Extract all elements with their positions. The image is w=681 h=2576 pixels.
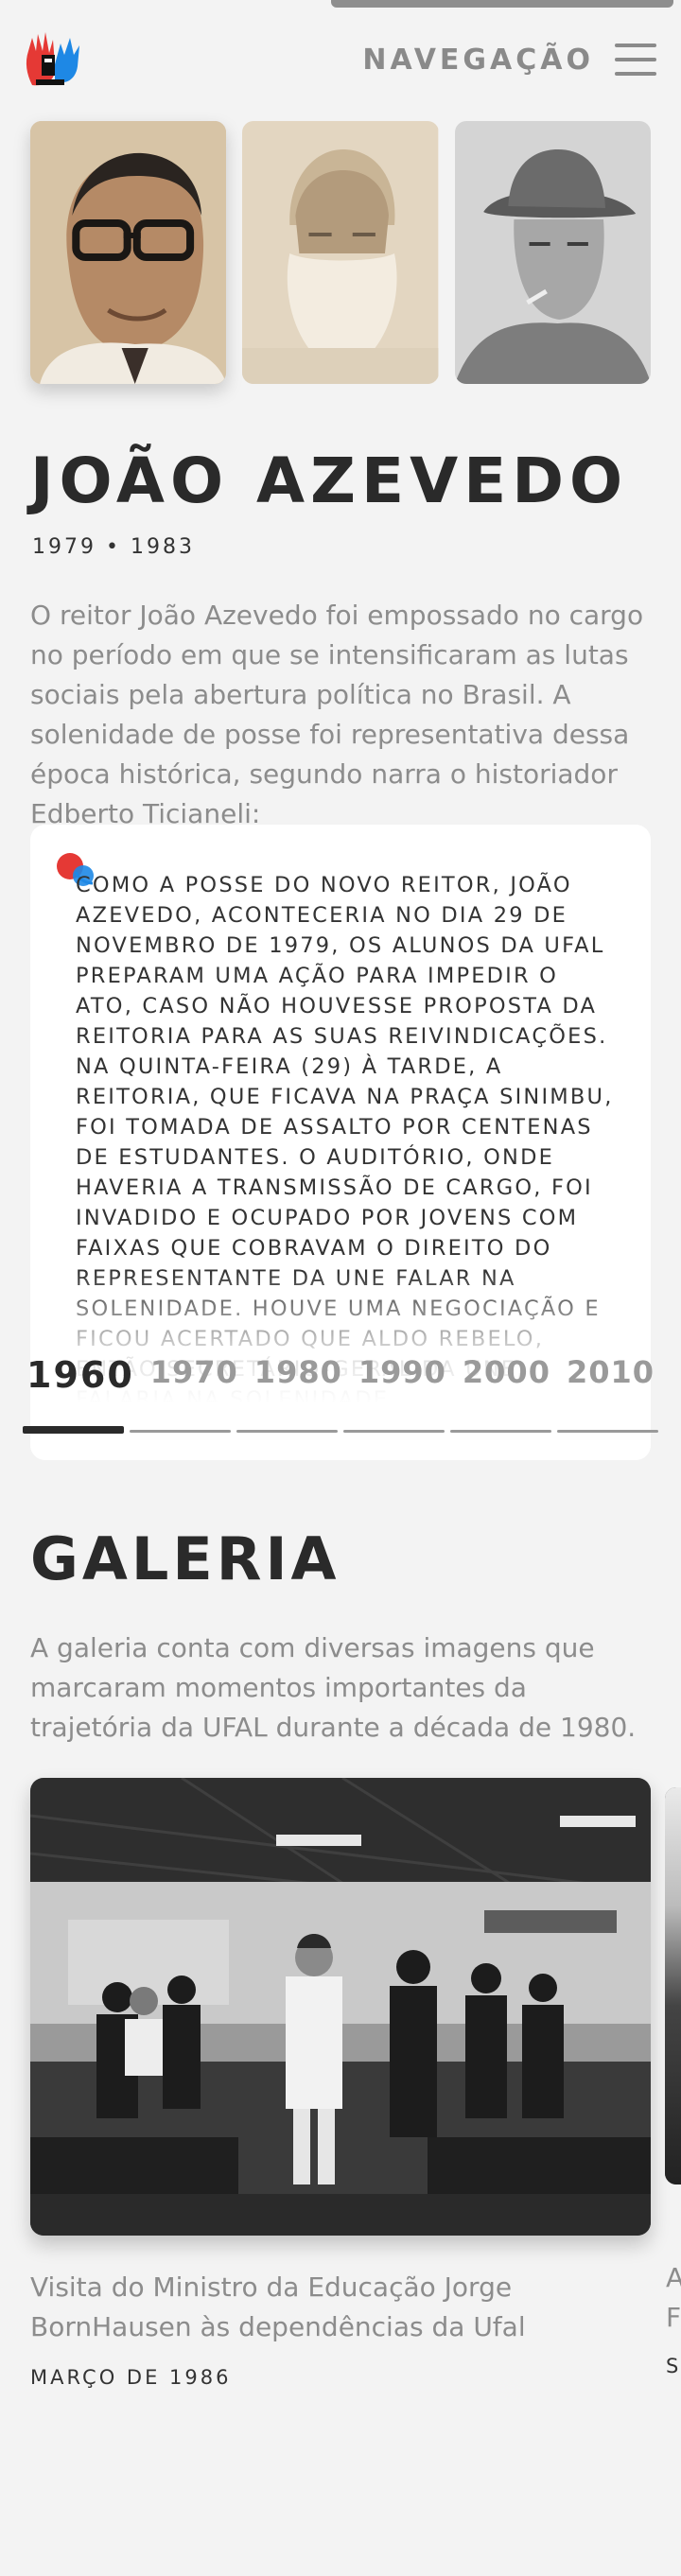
gallery-next-photo-peek[interactable] bbox=[665, 1787, 681, 2184]
gallery-intro-paragraph: A galeria conta com diversas imagens que… bbox=[30, 1632, 637, 1743]
decade-bar-1970[interactable] bbox=[130, 1430, 231, 1433]
next-date-peek: S bbox=[666, 2355, 679, 2377]
decade-bar-2000[interactable] bbox=[450, 1430, 551, 1433]
reading-progress-bar bbox=[331, 0, 673, 8]
decade-bar-1980[interactable] bbox=[236, 1430, 338, 1433]
decade-tab-2000[interactable]: 2000 bbox=[463, 1354, 550, 1396]
gallery-title: GALERIA bbox=[30, 1524, 340, 1593]
rector-portraits bbox=[30, 121, 651, 384]
hand-logo-icon[interactable] bbox=[23, 26, 83, 93]
decade-tab-1960[interactable]: 1960 bbox=[26, 1354, 134, 1396]
decade-timeline: 1960 1970 1980 1990 2000 2010 bbox=[23, 1354, 658, 1434]
site-header: NAVEGAÇÃO bbox=[23, 26, 656, 93]
navigation-label[interactable]: NAVEGAÇÃO bbox=[362, 44, 594, 77]
decade-bar-1990[interactable] bbox=[343, 1430, 445, 1433]
decade-indicator-bars bbox=[23, 1426, 658, 1434]
gallery-photo-ministro-visit[interactable] bbox=[30, 1778, 651, 2236]
hamburger-menu-icon[interactable] bbox=[615, 44, 656, 76]
portrait-bearded-man[interactable] bbox=[242, 121, 439, 384]
gallery-photo-caption: Visita do Ministro da Educação Jorge Bor… bbox=[30, 2271, 526, 2342]
portrait-joao-azevedo[interactable] bbox=[30, 121, 227, 384]
decade-bar-2010[interactable] bbox=[557, 1430, 658, 1433]
next-caption-peek-2: F bbox=[666, 2302, 681, 2333]
next-caption-peek-1: A bbox=[666, 2262, 681, 2293]
decade-tab-1980[interactable]: 1980 bbox=[254, 1354, 342, 1396]
person-intro-paragraph: O reitor João Azevedo foi empossado no c… bbox=[30, 600, 644, 829]
navigation: NAVEGAÇÃO bbox=[362, 44, 656, 77]
decade-tab-2010[interactable]: 2010 bbox=[567, 1354, 655, 1396]
decade-tab-1970[interactable]: 1970 bbox=[150, 1354, 238, 1396]
portrait-man-with-hat[interactable] bbox=[454, 121, 651, 384]
decade-tab-1990[interactable]: 1990 bbox=[358, 1354, 446, 1396]
person-term-years: 1979 • 1983 bbox=[32, 535, 195, 559]
decade-bar-1960[interactable] bbox=[23, 1426, 124, 1434]
gallery-photo-date: MARÇO DE 1986 bbox=[30, 2366, 232, 2389]
person-name: JOÃO AZEVEDO bbox=[30, 444, 629, 517]
